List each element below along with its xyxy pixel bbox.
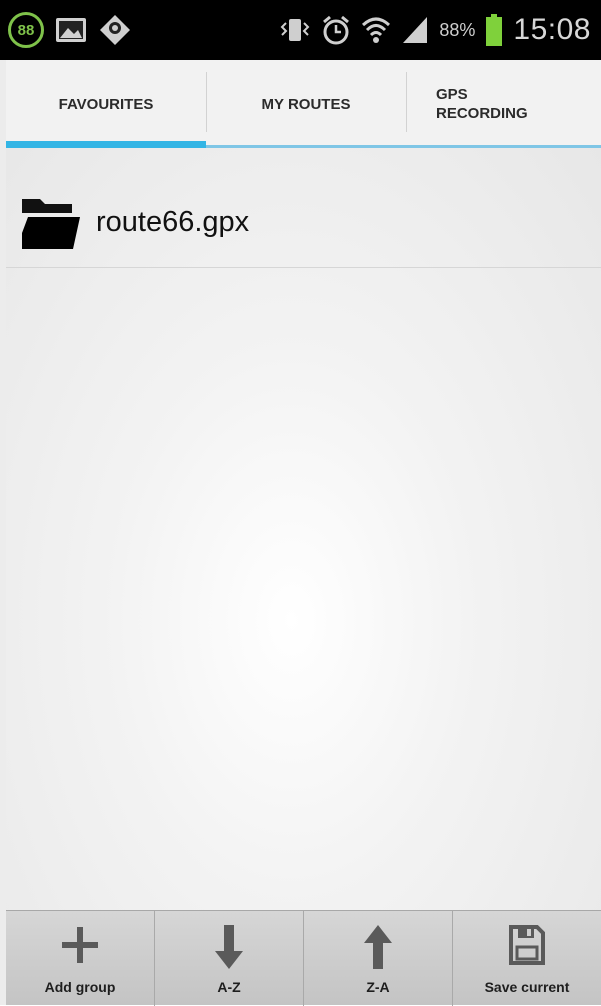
list-item[interactable]: route66.gpx (6, 178, 601, 268)
tab-my-routes-label: MY ROUTES (261, 95, 351, 113)
status-bar: 88 88% 15:08 (0, 0, 601, 60)
arrow-up-icon (360, 923, 396, 976)
arrow-down-icon (211, 923, 247, 976)
action-bar: Add group A-Z Z-A Save current (6, 910, 601, 1006)
clock: 15:08 (513, 13, 591, 46)
gallery-icon (54, 15, 88, 45)
save-current-label: Save current (484, 979, 570, 995)
tab-favourites-label: FAVOURITES (58, 95, 154, 113)
add-group-button[interactable]: Add group (6, 911, 155, 1006)
location-icon (98, 13, 132, 47)
tab-favourites[interactable]: FAVOURITES (6, 60, 206, 148)
battery-icon (485, 13, 503, 47)
tab-my-routes[interactable]: MY ROUTES (206, 60, 406, 148)
tab-gps-recording-label: GPS RECORDING (436, 86, 528, 122)
signal-icon (401, 15, 429, 45)
list-item-label: route66.gpx (96, 206, 250, 238)
tab-gps-recording[interactable]: GPS RECORDING (406, 60, 601, 148)
plus-icon (58, 923, 102, 972)
notification-badge: 88 (8, 12, 44, 48)
app-screen: 88 88% 15:08 FAVOURITES MY ROUTES GPS RE… (0, 0, 601, 1006)
wifi-icon (361, 15, 391, 45)
favourites-list: route66.gpx (6, 148, 601, 910)
sort-z-a-label: Z-A (366, 979, 390, 995)
alarm-icon (321, 14, 351, 46)
save-icon (507, 923, 547, 972)
sort-a-z-button[interactable]: A-Z (155, 911, 304, 1006)
vibrate-icon (279, 15, 311, 45)
tab-selected-indicator (6, 141, 206, 148)
battery-percent: 88% (439, 19, 476, 40)
tab-bar: FAVOURITES MY ROUTES GPS RECORDING (6, 60, 601, 148)
folder-icon (20, 193, 82, 256)
sort-a-z-label: A-Z (217, 979, 241, 995)
add-group-label: Add group (44, 979, 116, 995)
save-current-button[interactable]: Save current (453, 911, 601, 1006)
sort-z-a-button[interactable]: Z-A (304, 911, 453, 1006)
